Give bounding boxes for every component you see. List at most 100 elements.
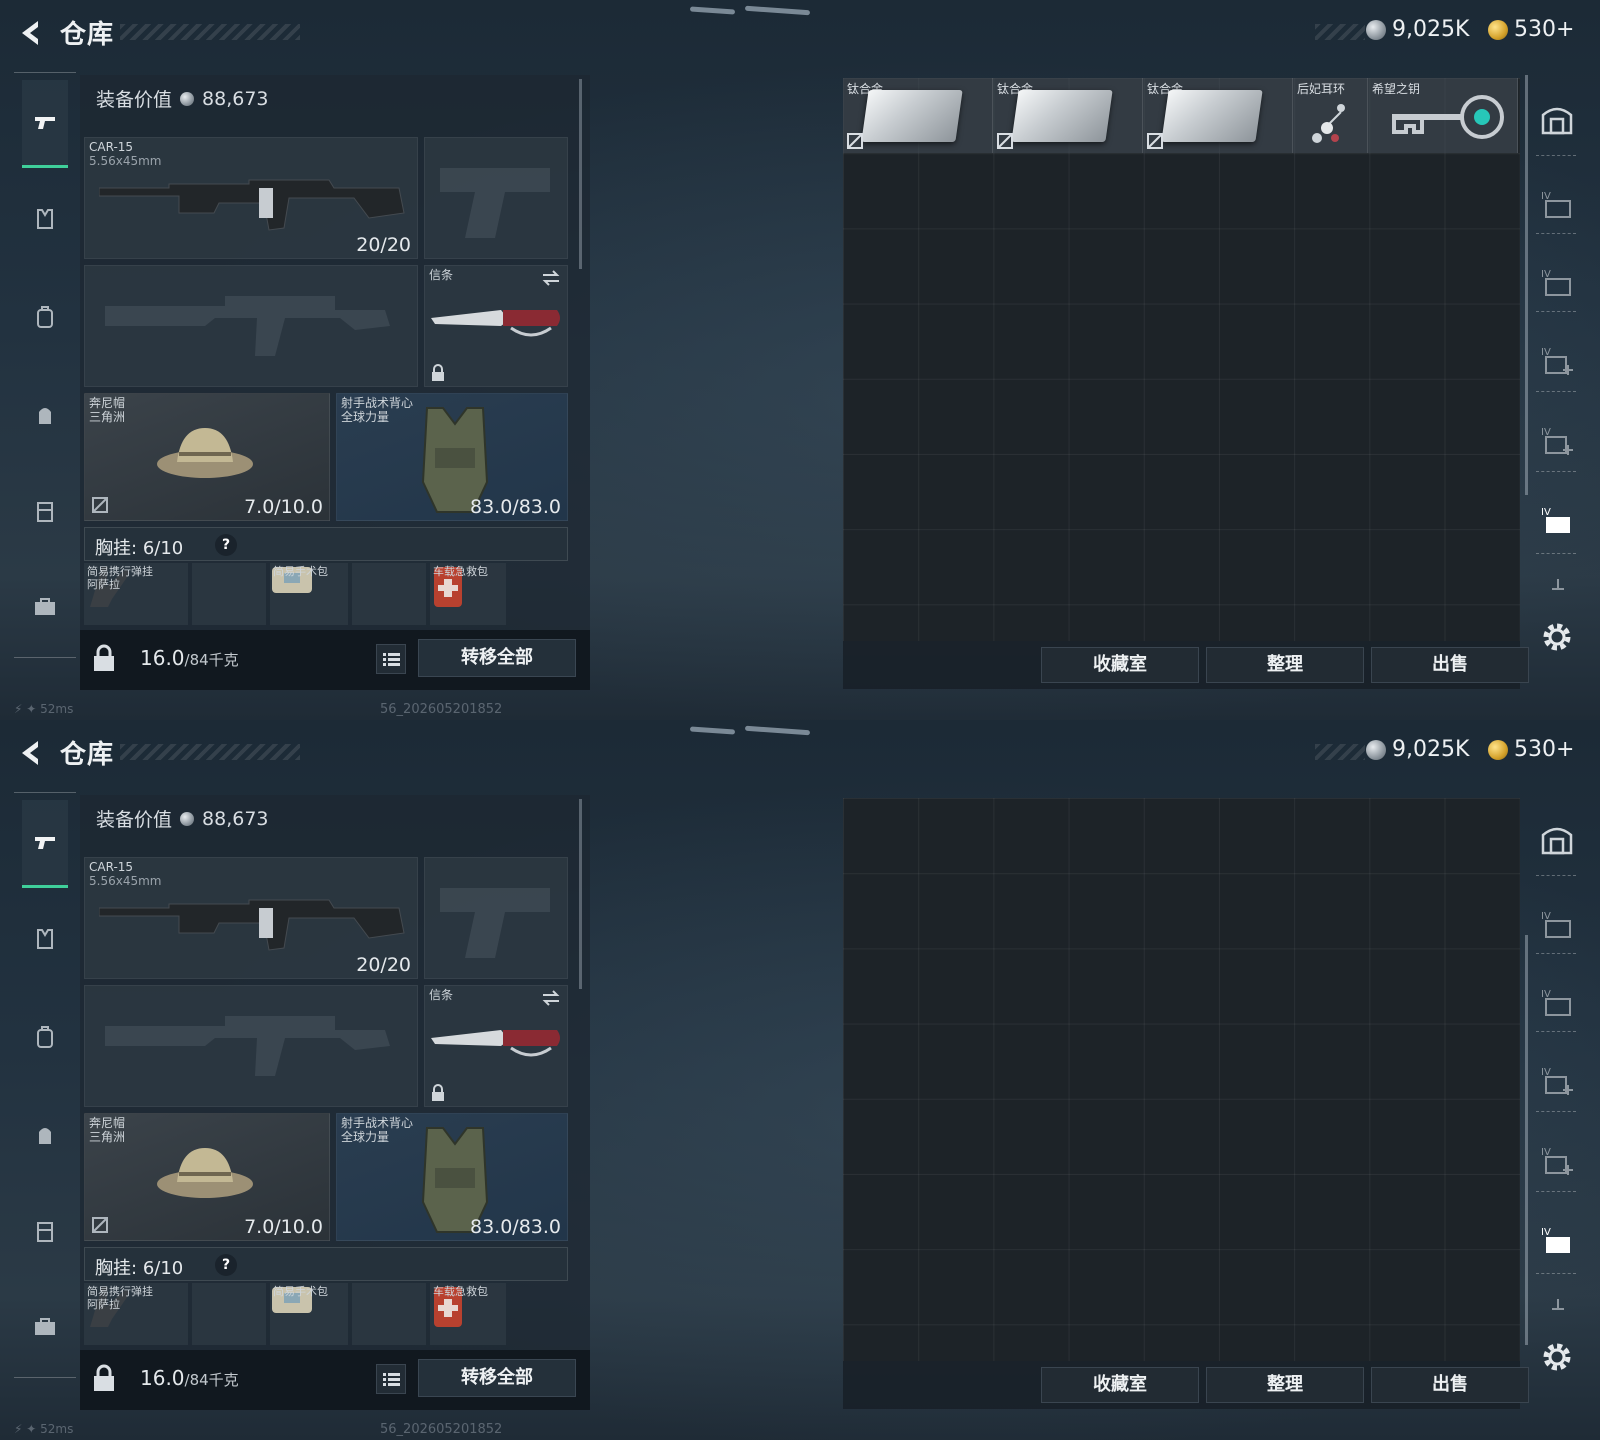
swap-icon[interactable] (541, 270, 561, 286)
melee-slot[interactable]: 信条 (424, 985, 568, 1107)
build-id: 56_202605201852 (380, 702, 503, 717)
add-storage-icon[interactable]: IV (1540, 1143, 1574, 1177)
armor-subname: 全球力量 (341, 410, 390, 424)
sell-button[interactable]: 出售 (1371, 647, 1529, 683)
helmet-subname: 三角洲 (89, 410, 126, 424)
chest-item-ammo-pouch[interactable]: 简易携行弹挂 阿萨拉 (84, 563, 188, 625)
storage-scrollbar[interactable] (1525, 935, 1528, 1345)
weight-lock-icon (94, 1364, 114, 1391)
chest-item-name: 车载急救包 (433, 565, 488, 578)
backpack-icon (37, 306, 53, 328)
organize-button[interactable]: 整理 (1206, 1367, 1364, 1403)
screenshot-top: 仓库 9,025K 530+ 装备价值 88,673 CAR-15 5.56x4… (0, 0, 1600, 720)
storage-tab-icon[interactable]: IV (1540, 265, 1574, 299)
secondary-primary-slot[interactable] (84, 985, 418, 1107)
storage-item-key[interactable]: 希望之钥 (1368, 78, 1518, 153)
nav-bag[interactable] (22, 1112, 68, 1158)
nav-armor[interactable] (22, 196, 68, 242)
chest-item-surgery-kit[interactable]: 简易手术包 (270, 563, 348, 625)
gold-currency[interactable]: 530+ (1488, 737, 1574, 762)
storage-tab-active-icon[interactable]: IV (1540, 503, 1574, 537)
storage-tab-icon[interactable]: IV (1540, 907, 1574, 941)
storage-grid[interactable] (843, 798, 1520, 1361)
nav-weapons[interactable] (22, 80, 68, 168)
add-storage-icon[interactable]: IV (1540, 1063, 1574, 1097)
transfer-all-button[interactable]: 转移全部 (418, 639, 576, 677)
collection-room-button[interactable]: 收藏室 (1041, 1367, 1199, 1403)
storage-tab-icon[interactable]: IV (1540, 187, 1574, 221)
equipment-scrollbar[interactable] (579, 79, 582, 269)
nav-backpack[interactable] (22, 294, 68, 340)
sell-button[interactable]: 出售 (1371, 1367, 1529, 1403)
storage-item-titanium[interactable]: 钛合金 (993, 78, 1143, 153)
add-storage-icon[interactable]: IV (1540, 423, 1574, 457)
collection-room-button[interactable]: 收藏室 (1041, 647, 1199, 683)
storage-item-titanium[interactable]: 钛合金 (1143, 78, 1293, 153)
primary-weapon-slot[interactable]: CAR-15 5.56x45mm 20/20 (84, 857, 418, 979)
help-icon[interactable]: ? (215, 534, 237, 556)
nav-divider (14, 1377, 76, 1378)
list-icon (383, 653, 400, 666)
armor-slot[interactable]: 射手战术背心 全球力量 83.0/83.0 (336, 1113, 568, 1241)
organize-button[interactable]: 整理 (1206, 647, 1364, 683)
settings-gear-icon[interactable] (1540, 1340, 1574, 1374)
chest-item-surgery-kit[interactable]: 简易手术包 (270, 1283, 348, 1345)
chest-item-name: 简易手术包 (273, 565, 328, 578)
storage-item-titanium[interactable]: 钛合金 (843, 78, 993, 153)
chest-item-first-aid[interactable]: 车载急救包 (430, 1283, 506, 1345)
silver-amount: 9,025K (1392, 737, 1470, 762)
gold-currency[interactable]: 530+ (1488, 17, 1574, 42)
nav-case[interactable] (22, 1304, 68, 1350)
chest-item-ammo-pouch[interactable]: 简易携行弹挂 阿萨拉 (84, 1283, 188, 1345)
nav-case[interactable] (22, 584, 68, 630)
nav-container[interactable] (22, 488, 68, 534)
settings-gear-icon[interactable] (1540, 620, 1574, 654)
storage-tab-active-icon[interactable]: IV (1540, 1223, 1574, 1257)
equipment-value: 装备价值 88,673 (96, 85, 269, 112)
rifle-placeholder-icon (105, 1016, 390, 1076)
swap-icon[interactable] (541, 990, 561, 1006)
armor-slot[interactable]: 射手战术背心 全球力量 83.0/83.0 (336, 393, 568, 521)
silver-currency: 9,025K (1366, 17, 1469, 42)
weight-display: 16.0/84千克 (140, 646, 239, 670)
nav-armor[interactable] (22, 916, 68, 962)
nav-container[interactable] (22, 1208, 68, 1254)
vault-icon[interactable] (1540, 823, 1574, 857)
storage-grid[interactable]: 钛合金 钛合金 钛合金 后妃耳环 希望之钥 (843, 78, 1520, 641)
storage-scrollbar[interactable] (1525, 75, 1528, 495)
back-arrow-icon[interactable] (16, 738, 46, 768)
secondary-weapon-slot[interactable] (424, 137, 568, 259)
chest-item-empty[interactable] (352, 1283, 426, 1345)
chest-item-empty[interactable] (352, 563, 426, 625)
earring-icon (1312, 104, 1345, 143)
helmet-slot[interactable]: 奔尼帽 三角洲 7.0/10.0 (84, 1113, 330, 1241)
chest-item-empty[interactable] (192, 1283, 266, 1345)
chest-item-empty[interactable] (192, 563, 266, 625)
vault-icon[interactable] (1540, 103, 1574, 137)
chest-item-first-aid[interactable]: 车载急救包 (430, 563, 506, 625)
backpack-icon (37, 1026, 53, 1048)
equipment-scrollbar[interactable] (579, 799, 582, 989)
helmet-slot[interactable]: 奔尼帽 三角洲 7.0/10.0 (84, 393, 330, 521)
help-icon[interactable]: ? (215, 1254, 237, 1276)
back-arrow-icon[interactable] (16, 18, 46, 48)
storage-item-earring[interactable]: 后妃耳环 (1293, 78, 1368, 153)
collapse-icon[interactable] (1548, 1295, 1568, 1315)
nav-bag[interactable] (22, 392, 68, 438)
knife-icon (431, 310, 560, 337)
transfer-all-button[interactable]: 转移全部 (418, 1359, 576, 1397)
nav-backpack[interactable] (22, 1014, 68, 1060)
melee-slot[interactable]: 信条 (424, 265, 568, 387)
list-view-button[interactable] (376, 644, 406, 674)
nav-weapons[interactable] (22, 800, 68, 888)
chest-item-name: 简易携行弹挂 (87, 1285, 153, 1298)
secondary-weapon-slot[interactable] (424, 857, 568, 979)
storage-tab-icon[interactable]: IV (1540, 985, 1574, 1019)
secondary-primary-slot[interactable] (84, 265, 418, 387)
primary-weapon-slot[interactable]: CAR-15 5.56x45mm 20/20 (84, 137, 418, 259)
list-view-button[interactable] (376, 1364, 406, 1394)
left-nav (14, 792, 76, 1392)
add-storage-icon[interactable]: IV (1540, 343, 1574, 377)
ping: 52ms (40, 702, 74, 716)
collapse-icon[interactable] (1548, 575, 1568, 595)
